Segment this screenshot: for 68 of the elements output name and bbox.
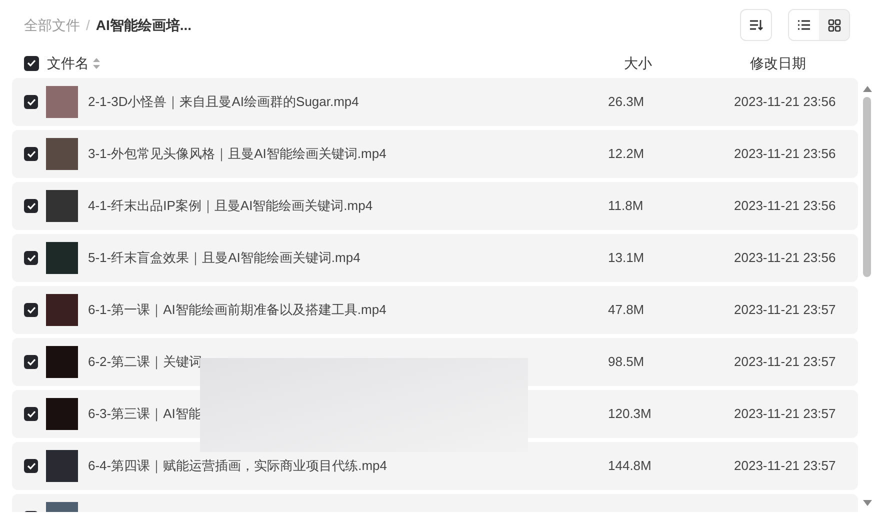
name-column-header[interactable]: 文件名: [47, 52, 89, 74]
check-icon: [26, 358, 36, 366]
modified-date: 2023-11-21 23:56: [734, 197, 837, 216]
modified-date: 2023-11-21 23:56: [734, 93, 837, 112]
scroll-down-icon[interactable]: [862, 500, 872, 506]
video-thumbnail: [46, 294, 78, 326]
file-name[interactable]: 5-1-纤末盲盒效果｜且曼AI智能绘画关键词.mp4: [88, 248, 360, 268]
video-thumbnail: [46, 346, 78, 378]
video-thumbnail: [46, 86, 78, 118]
file-size: 12.2M: [608, 145, 646, 164]
video-thumbnail: [46, 398, 78, 430]
row-checkbox[interactable]: [24, 407, 38, 421]
scrollbar-thumb[interactable]: [863, 97, 871, 277]
file-name[interactable]: 6-1-第一课｜AI智能绘画前期准备以及搭建工具.mp4: [88, 300, 386, 320]
grid-view-button[interactable]: [819, 10, 849, 40]
sort-icon: [749, 19, 763, 31]
check-icon: [26, 98, 36, 106]
sort-arrows-icon: [93, 58, 100, 68]
scroll-up-icon[interactable]: [862, 86, 872, 92]
file-name[interactable]: 2-1-3D小怪兽｜来自且曼AI绘画群的Sugar.mp4: [88, 92, 359, 112]
modified-date: 2023-11-21 23:57: [734, 457, 837, 476]
video-thumbnail: [46, 242, 78, 274]
video-thumbnail: [46, 190, 78, 222]
breadcrumb-separator: /: [86, 16, 90, 34]
row-checkbox[interactable]: [24, 251, 38, 265]
grid-icon: [828, 18, 840, 32]
sort-button[interactable]: [740, 9, 772, 41]
file-row[interactable]: 5-1-纤末盲盒效果｜且曼AI智能绘画关键词.mp4 13.1M 2023-11-21 23:56: [12, 234, 858, 282]
modified-date: 2023-11-21 23:57: [734, 405, 837, 424]
check-icon: [26, 150, 36, 158]
video-thumbnail: [46, 138, 78, 170]
modified-date: 2023-11-21 23:57: [734, 301, 837, 320]
row-checkbox[interactable]: [24, 355, 38, 369]
row-checkbox[interactable]: [24, 459, 38, 473]
file-name[interactable]: 4-1-纤末出品IP案例｜且曼AI智能绘画关键词.mp4: [88, 196, 373, 216]
check-icon: [27, 59, 36, 67]
file-name[interactable]: 3-1-外包常见头像风格｜且曼AI智能绘画关键词.mp4: [88, 144, 386, 164]
modified-date: 2023-11-21 23:57: [734, 353, 837, 372]
file-size: 98.5M: [608, 353, 646, 372]
file-row[interactable]: 3-1-外包常见头像风格｜且曼AI智能绘画关键词.mp4 12.2M 2023-11-21 23:56: [12, 130, 858, 178]
row-checkbox[interactable]: [24, 199, 38, 213]
file-row[interactable]: 4-1-纤末出品IP案例｜且曼AI智能绘画关键词.mp4 11.8M 2023-11-21 23:56: [12, 182, 858, 230]
file-size: 26.3M: [608, 93, 646, 112]
check-icon: [26, 462, 36, 470]
select-all-checkbox[interactable]: [24, 56, 39, 70]
size-column-header: 大小: [624, 54, 653, 72]
file-size: 11.8M: [608, 197, 644, 216]
row-checkbox[interactable]: [24, 147, 38, 161]
video-thumbnail: [46, 450, 78, 482]
row-checkbox[interactable]: [24, 303, 38, 317]
file-size: 47.8M: [608, 301, 646, 320]
check-icon: [26, 410, 36, 418]
file-size: 120.3M: [608, 405, 652, 424]
row-checkbox[interactable]: [24, 95, 38, 109]
check-icon: [26, 306, 36, 314]
file-name[interactable]: 6-4-第四课｜赋能运营插画，实际商业项目代练.mp4: [88, 456, 388, 476]
date-column-header: 修改日期: [750, 54, 807, 72]
file-size: 144.8M: [608, 457, 652, 476]
file-row[interactable]: 6-4-第四课｜赋能运营插画，实际商业项目代练.mp4 144.8M 2023-11-21 23:57: [12, 442, 858, 490]
check-icon: [26, 202, 36, 210]
file-row[interactable]: 6-1-第一课｜AI智能绘画前期准备以及搭建工具.mp4 47.8M 2023-11-21 23:57: [12, 286, 858, 334]
list-icon: [797, 19, 811, 31]
breadcrumb-current: AI智能绘画培...: [96, 16, 192, 34]
file-row[interactable]: 2-1-3D小怪兽｜来自且曼AI绘画群的Sugar.mp4 26.3M 2023-11-21 23:56: [12, 78, 858, 126]
modified-date: 2023-11-21 23:56: [734, 145, 837, 164]
file-size: 13.1M: [608, 249, 646, 268]
modified-date: 2023-11-21 23:56: [734, 249, 837, 268]
check-icon: [26, 254, 36, 262]
